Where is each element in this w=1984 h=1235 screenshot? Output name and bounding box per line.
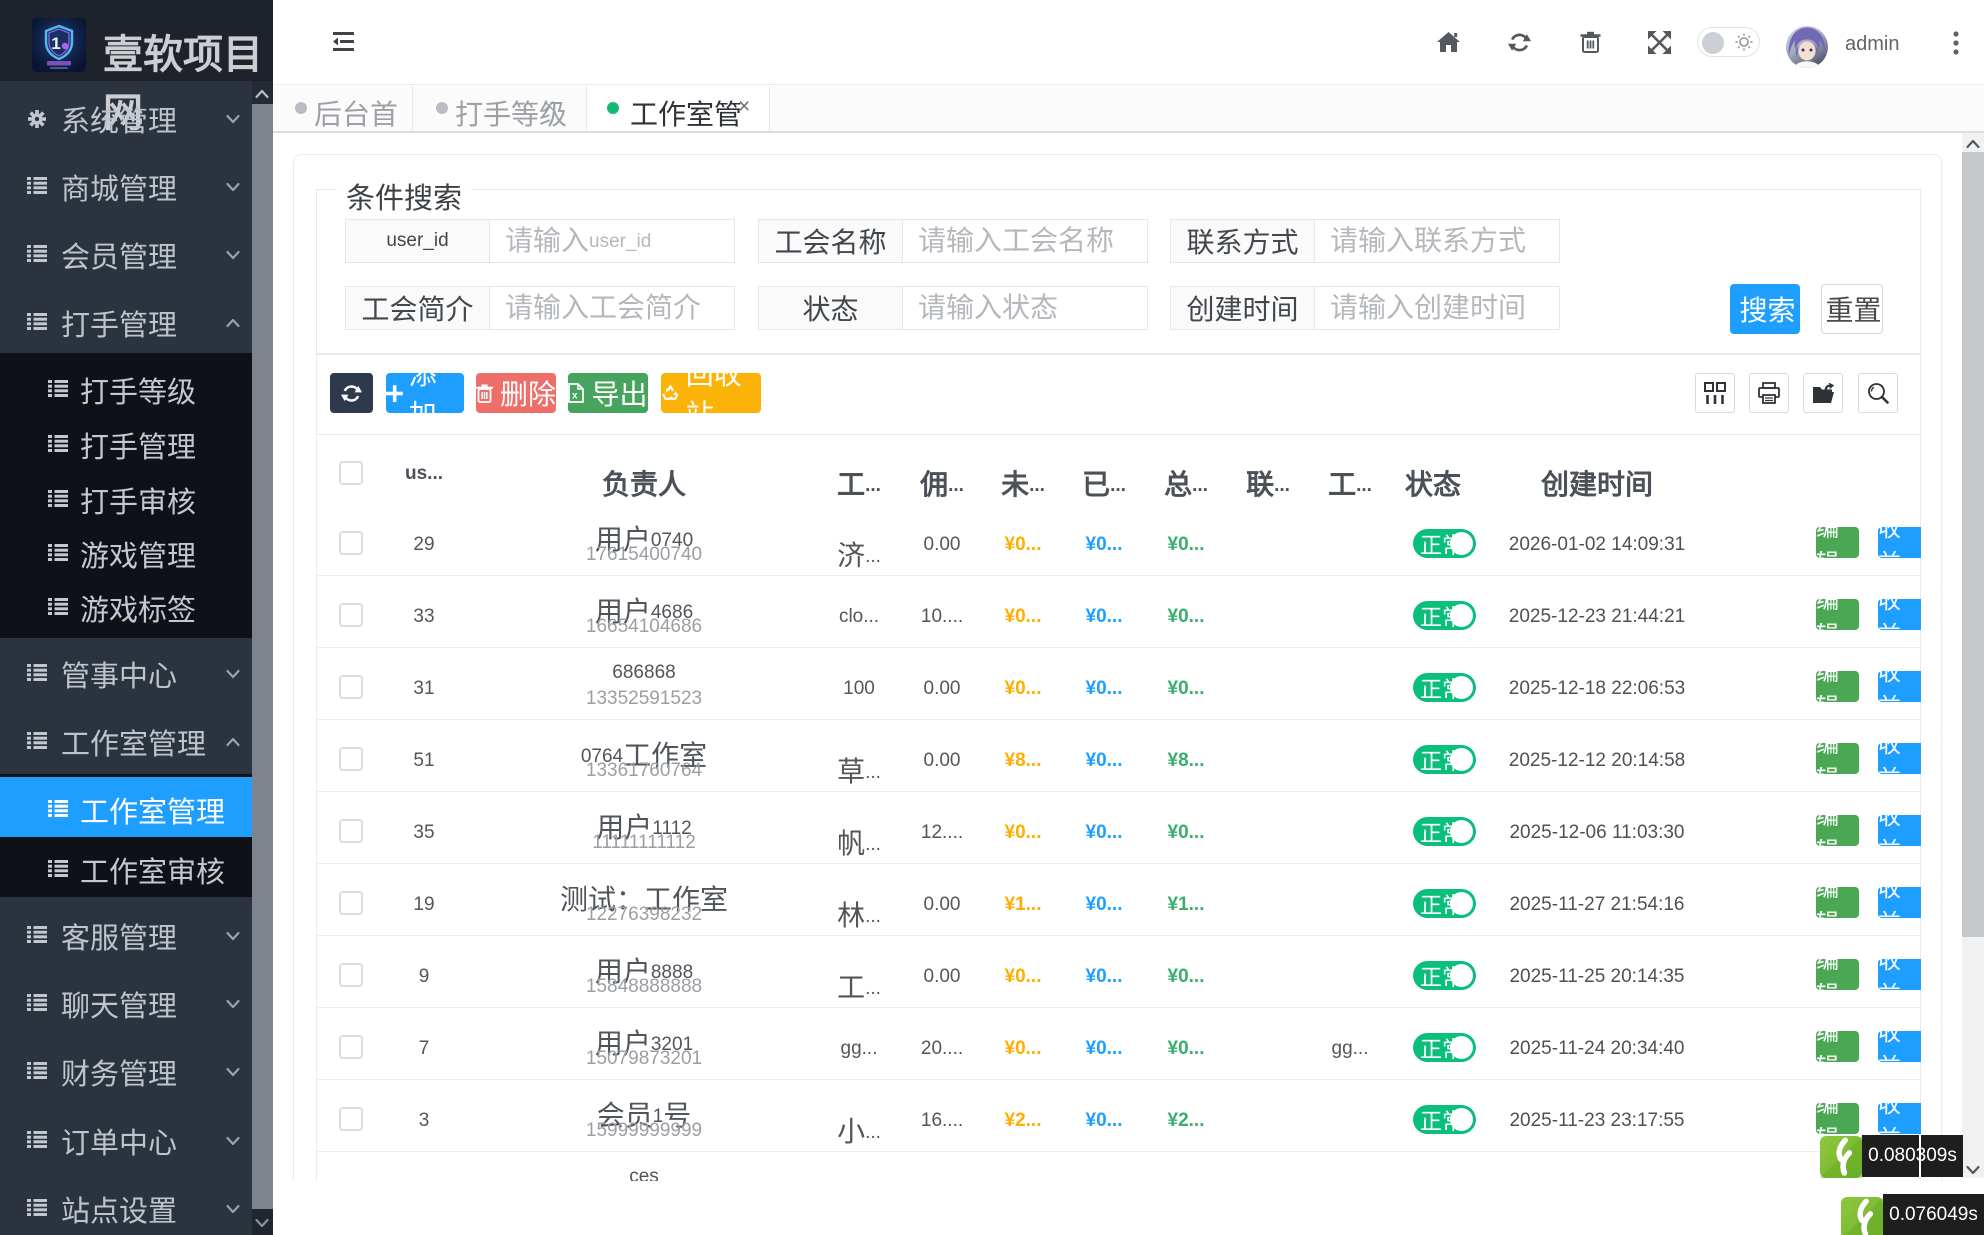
svg-text:x: x bbox=[572, 391, 578, 402]
svg-text:1: 1 bbox=[51, 34, 60, 53]
